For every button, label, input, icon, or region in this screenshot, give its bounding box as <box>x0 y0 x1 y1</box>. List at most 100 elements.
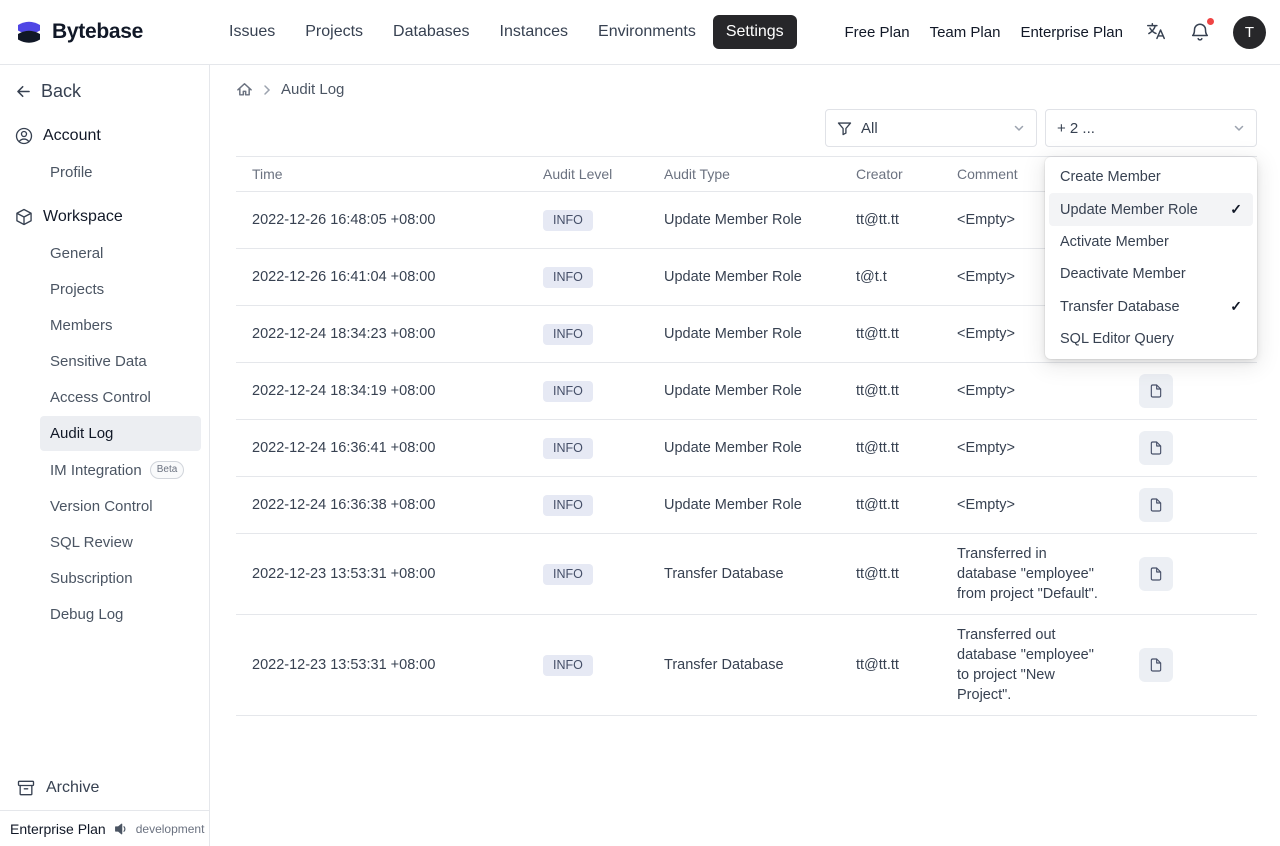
cell-creator: tt@tt.tt <box>840 614 941 716</box>
cell-audit-type: Transfer Database <box>648 614 840 716</box>
table-row: 2022-12-24 16:36:38 +08:00 INFO Update Mem… <box>236 476 1257 534</box>
navbar-right: Free Plan Team Plan Enterprise Plan T <box>845 15 1266 49</box>
account-icon <box>14 126 34 146</box>
cell-audit-level: INFO <box>527 362 648 420</box>
level-badge: INFO <box>543 266 593 288</box>
avatar[interactable]: T <box>1233 15 1266 49</box>
col-header-audit-type: Audit Type <box>648 156 840 192</box>
audit-type-value: + 2 ... <box>1057 119 1095 137</box>
cell-audit-level: INFO <box>527 614 648 716</box>
cell-time: 2022-12-24 18:34:19 +08:00 <box>236 362 527 420</box>
sidebar-item-archive[interactable]: Archive <box>0 766 209 810</box>
view-detail-button[interactable] <box>1139 488 1173 522</box>
sidebar-item-general[interactable]: General <box>40 236 201 271</box>
plan-link-team-plan[interactable]: Team Plan <box>930 24 1001 41</box>
export-log-icon <box>1148 566 1164 582</box>
cell-audit-type: Update Member Role <box>648 305 840 363</box>
main-content: Audit Log All + 2 ... Time Audit Level A… <box>210 65 1280 846</box>
translate-icon[interactable] <box>1145 21 1167 43</box>
sidebar-item-debug-log[interactable]: Debug Log <box>40 597 201 632</box>
sidebar-section-account: Account <box>0 110 209 154</box>
sidebar-item-im-integration[interactable]: IM Integration Beta <box>40 452 201 488</box>
nav-item-instances[interactable]: Instances <box>487 15 581 49</box>
bytebase-logo-icon <box>14 17 44 47</box>
cell-actions <box>1123 362 1257 420</box>
menu-item-transfer-database[interactable]: Transfer Database ✓ <box>1049 290 1253 323</box>
menu-item-label: Update Member Role <box>1060 201 1198 218</box>
cell-creator: tt@tt.tt <box>840 362 941 420</box>
view-detail-button[interactable] <box>1139 431 1173 465</box>
menu-item-update-member-role[interactable]: Update Member Role ✓ <box>1049 193 1253 226</box>
level-badge: INFO <box>543 209 593 231</box>
sidebar-item-subscription[interactable]: Subscription <box>40 561 201 596</box>
sidebar-item-sql-review[interactable]: SQL Review <box>40 525 201 560</box>
menu-item-sql-editor-query[interactable]: SQL Editor Query <box>1049 323 1253 355</box>
nav-item-projects[interactable]: Projects <box>292 15 376 49</box>
sidebar-item-access-control[interactable]: Access Control <box>40 380 201 415</box>
cell-time: 2022-12-26 16:48:05 +08:00 <box>236 191 527 249</box>
plan-link-enterprise-plan[interactable]: Enterprise Plan <box>1020 24 1123 41</box>
cell-audit-type: Update Member Role <box>648 191 840 249</box>
menu-item-label: Create Member <box>1060 169 1161 185</box>
chevron-down-icon <box>1233 122 1245 134</box>
cell-time: 2022-12-24 16:36:38 +08:00 <box>236 476 527 534</box>
col-header-time: Time <box>236 156 527 192</box>
cell-time: 2022-12-26 16:41:04 +08:00 <box>236 248 527 306</box>
sidebar-item-audit-log[interactable]: Audit Log <box>40 416 201 451</box>
sidebar-section-title: Account <box>43 127 101 144</box>
funnel-icon <box>837 121 852 136</box>
view-detail-button[interactable] <box>1139 648 1173 682</box>
cell-comment: <Empty> <box>941 362 1123 420</box>
nav-item-issues[interactable]: Issues <box>216 15 288 49</box>
cell-comment: <Empty> <box>941 476 1123 534</box>
avatar-letter: T <box>1244 23 1255 41</box>
table-row: 2022-12-24 18:34:19 +08:00 INFO Update Mem… <box>236 362 1257 420</box>
table-row: 2022-12-23 13:53:31 +08:00 INFO Transfer D… <box>236 533 1257 615</box>
cell-creator: tt@tt.tt <box>840 419 941 477</box>
cell-audit-level: INFO <box>527 305 648 363</box>
audit-level-select[interactable]: All <box>825 109 1037 147</box>
nav-item-databases[interactable]: Databases <box>380 15 483 49</box>
back-button[interactable]: Back <box>0 73 209 110</box>
menu-item-activate-member[interactable]: Activate Member <box>1049 226 1253 258</box>
sidebar-item-profile[interactable]: Profile <box>40 155 201 190</box>
sidebar-sections: Account Profile Workspace General Projects Me… <box>0 110 209 633</box>
menu-item-deactivate-member[interactable]: Deactivate Member <box>1049 258 1253 290</box>
export-log-icon <box>1148 440 1164 456</box>
sidebar-item-projects[interactable]: Projects <box>40 272 201 307</box>
menu-item-label: Transfer Database <box>1060 298 1180 315</box>
chevron-right-icon <box>262 84 272 96</box>
bytebase-logo[interactable]: Bytebase <box>14 17 210 47</box>
cell-actions <box>1123 614 1257 716</box>
sidebar-item-members[interactable]: Members <box>40 308 201 343</box>
home-icon[interactable] <box>236 81 253 98</box>
back-label: Back <box>41 81 82 101</box>
level-badge: INFO <box>543 654 593 676</box>
view-detail-button[interactable] <box>1139 374 1173 408</box>
top-navbar: Bytebase Issues Projects Databases Instance… <box>0 0 1280 65</box>
sidebar-item-sensitive-data[interactable]: Sensitive Data <box>40 344 201 379</box>
nav-item-environments[interactable]: Environments <box>585 15 709 49</box>
cell-audit-level: INFO <box>527 419 648 477</box>
cell-creator: tt@tt.tt <box>840 191 941 249</box>
sidebar-item-version-control[interactable]: Version Control <box>40 489 201 524</box>
cell-creator: t@t.t <box>840 248 941 306</box>
menu-item-label: Activate Member <box>1060 234 1169 250</box>
archive-icon <box>16 778 36 798</box>
nav-item-settings[interactable]: Settings <box>712 15 797 49</box>
col-header-audit-level: Audit Level <box>527 156 648 192</box>
cell-time: 2022-12-24 18:34:23 +08:00 <box>236 305 527 363</box>
speaker-icon[interactable] <box>113 821 129 837</box>
menu-item-create-member[interactable]: Create Member <box>1049 161 1253 193</box>
audit-type-select[interactable]: + 2 ... <box>1045 109 1257 147</box>
table-row: 2022-12-24 16:36:41 +08:00 INFO Update Mem… <box>236 419 1257 477</box>
back-arrow-icon <box>14 82 33 101</box>
plan-link-free-plan[interactable]: Free Plan <box>845 24 910 41</box>
cell-audit-type: Update Member Role <box>648 362 840 420</box>
notification-bell-icon[interactable] <box>1189 17 1215 43</box>
notification-dot <box>1206 17 1215 26</box>
cell-audit-type: Update Member Role <box>648 248 840 306</box>
beta-badge: Beta <box>149 461 185 479</box>
view-detail-button[interactable] <box>1139 557 1173 591</box>
brand-name: Bytebase <box>52 20 143 43</box>
